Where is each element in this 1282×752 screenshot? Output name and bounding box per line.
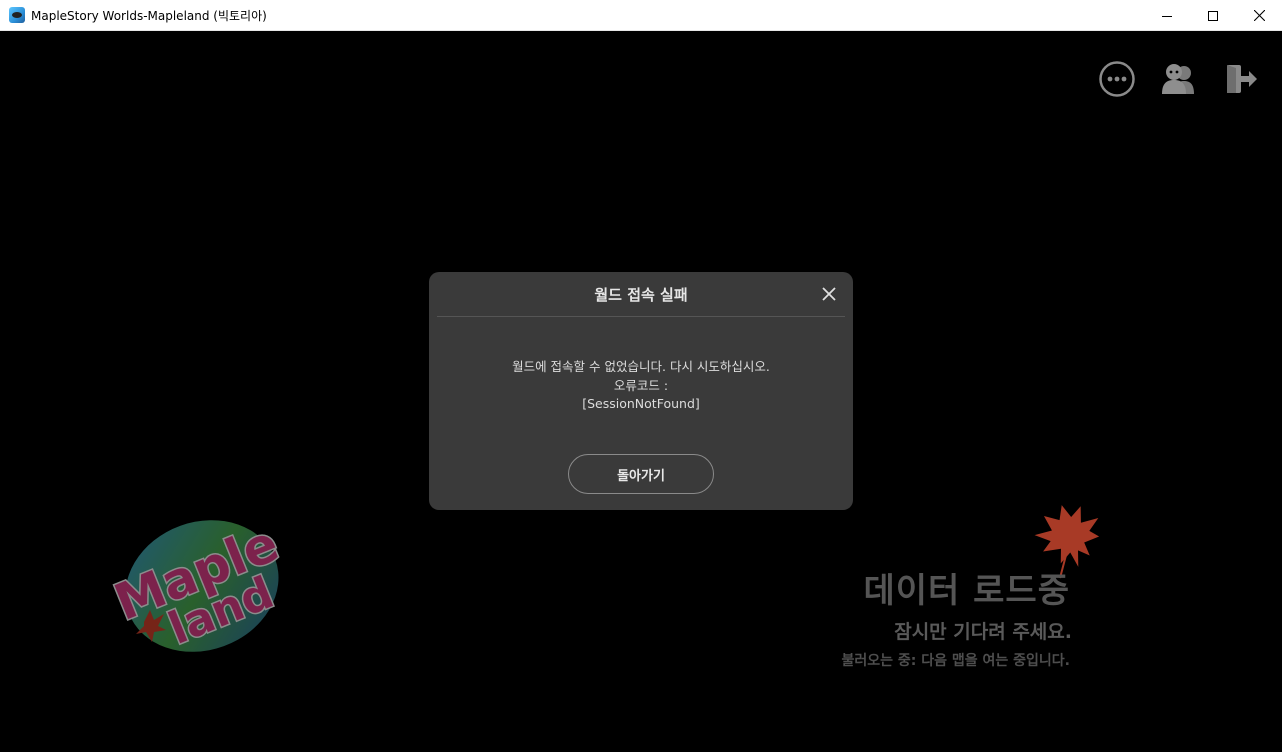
loading-title: 데이터 로드중 <box>863 571 1070 611</box>
minimize-button[interactable] <box>1144 0 1190 31</box>
more-options-button[interactable] <box>1098 60 1136 98</box>
dialog-close-button[interactable] <box>821 286 837 302</box>
app-window: MapleStory Worlds-Mapleland (빅토리아) Maple… <box>0 0 1282 752</box>
dialog-error-code: [SessionNotFound] <box>582 396 700 411</box>
loading-subtitle: 잠시만 기다려 주세요. <box>894 621 1072 643</box>
mapleland-logo: Maple land <box>104 510 294 660</box>
title-bar[interactable]: MapleStory Worlds-Mapleland (빅토리아) <box>0 0 1282 31</box>
friends-button[interactable] <box>1160 60 1198 98</box>
window-title: MapleStory Worlds-Mapleland (빅토리아) <box>31 8 267 23</box>
top-toolbar <box>1098 60 1260 98</box>
go-back-button[interactable]: 돌아가기 <box>568 454 714 494</box>
close-window-button[interactable] <box>1236 0 1282 31</box>
dialog-title: 월드 접속 실패 <box>594 286 688 304</box>
exit-icon <box>1227 65 1257 93</box>
dialog-divider <box>437 316 845 317</box>
loading-status: 불러오는 중: 다음 맵을 여는 중입니다. <box>841 653 1071 669</box>
maximize-icon <box>1208 10 1218 21</box>
close-icon <box>1253 10 1265 21</box>
window-controls <box>1144 0 1282 31</box>
close-icon <box>822 287 836 301</box>
friends-icon <box>1162 64 1194 94</box>
more-options-icon <box>1099 61 1135 97</box>
minimize-icon <box>1162 15 1172 17</box>
mapleland-logo-graphic: Maple land <box>105 513 288 657</box>
dialog-error-code-label: 오류코드 : <box>613 377 669 393</box>
maximize-button[interactable] <box>1190 0 1236 31</box>
exit-button[interactable] <box>1222 60 1260 98</box>
app-icon <box>9 7 25 23</box>
error-dialog: 월드 접속 실패 월드에 접속할 수 없었습니다. 다시 시도하십시오. 오류코… <box>429 272 853 510</box>
dialog-message-line: 월드에 접속할 수 없었습니다. 다시 시도하십시오. <box>512 359 770 374</box>
dialog-message: 월드에 접속할 수 없었습니다. 다시 시도하십시오. 오류코드 : [Sess… <box>429 358 853 414</box>
